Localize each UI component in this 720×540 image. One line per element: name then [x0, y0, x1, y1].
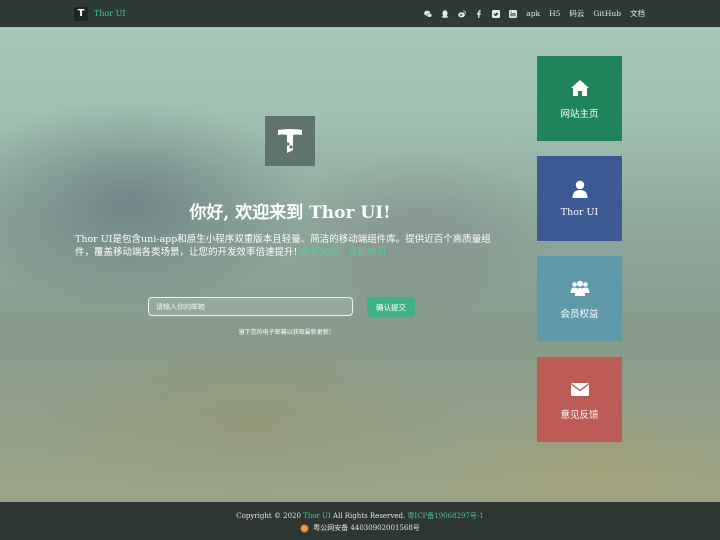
nav-link-gitee[interactable]: 码云: [569, 8, 584, 19]
footer: Copyright © 2020 Thor UI All Rights Rese…: [0, 502, 720, 540]
nav-link-docs[interactable]: 文档: [630, 8, 645, 19]
envelope-icon: [570, 382, 589, 396]
start-link[interactable]: 立即使用: [348, 247, 386, 258]
nav-link-apk[interactable]: apk: [526, 9, 540, 18]
tile-membership[interactable]: 会员权益: [537, 256, 622, 341]
hero-logo: [265, 116, 315, 166]
tile-membership-label: 会员权益: [560, 308, 599, 320]
brand[interactable]: T Thor UI: [74, 6, 126, 21]
wechat-icon[interactable]: [424, 10, 433, 18]
footer-police-record: 粤公网安备 44030902001568号: [0, 523, 720, 533]
home-icon: [570, 79, 589, 96]
police-record-link[interactable]: 粤公网安备 44030902001568号: [313, 523, 420, 533]
top-navbar: T Thor UI apk H5 码云 GitHub 文档: [0, 0, 720, 27]
qq-icon[interactable]: [441, 9, 449, 18]
link-separator: ，: [338, 247, 348, 258]
facebook-icon[interactable]: [475, 9, 483, 18]
footer-copyright: Copyright © 2020 Thor UI All Rights Rese…: [0, 511, 720, 521]
copyright-prefix: Copyright © 2020: [236, 512, 304, 520]
weibo-icon[interactable]: [458, 10, 467, 18]
tile-home[interactable]: 网站主页: [537, 56, 622, 141]
copyright-suffix: All Rights Reserved.: [330, 512, 408, 520]
subscribe-hint: 留下您的电子邮箱以获取最新更新!: [238, 329, 332, 336]
hero-title-brand: Thor UI: [309, 203, 384, 223]
nav-link-h5[interactable]: H5: [549, 9, 560, 18]
hero-description: Thor UI是包含uni-app和原生小程序双重版本且轻量、简洁的移动端组件库…: [75, 233, 505, 259]
hero-title: 你好, 欢迎来到 Thor UI!: [80, 198, 500, 223]
docs-link[interactable]: 查看文档: [300, 247, 338, 258]
user-icon: [572, 180, 587, 198]
email-input[interactable]: [148, 297, 353, 316]
icp-link[interactable]: 粤ICP备19068297号-1: [407, 512, 483, 520]
brand-name: Thor UI: [94, 9, 126, 18]
tile-home-label: 网站主页: [560, 108, 599, 120]
linkedin-icon[interactable]: [509, 9, 518, 18]
tile-feedback[interactable]: 意见反馈: [537, 357, 622, 442]
hero-title-suffix: !: [383, 203, 391, 223]
tile-thor-ui[interactable]: Thor UI: [537, 156, 622, 241]
submit-button[interactable]: 确认提交: [367, 297, 415, 317]
police-badge-icon: [300, 523, 310, 533]
brand-logo: T: [74, 6, 88, 21]
thor-logo-icon: [278, 129, 302, 153]
tile-thor-ui-label: Thor UI: [560, 207, 599, 218]
hero-description-text: Thor UI是包含uni-app和原生小程序双重版本且轻量、简洁的移动端组件库…: [75, 234, 491, 258]
hero-title-prefix: 你好, 欢迎来到: [189, 203, 310, 223]
twitter-icon[interactable]: [492, 9, 501, 18]
top-nav: apk H5 码云 GitHub 文档: [415, 0, 645, 27]
copyright-brand-link[interactable]: Thor UI: [303, 512, 331, 520]
tile-feedback-label: 意见反馈: [560, 409, 599, 421]
nav-link-github[interactable]: GitHub: [593, 9, 621, 18]
users-icon: [570, 280, 589, 296]
